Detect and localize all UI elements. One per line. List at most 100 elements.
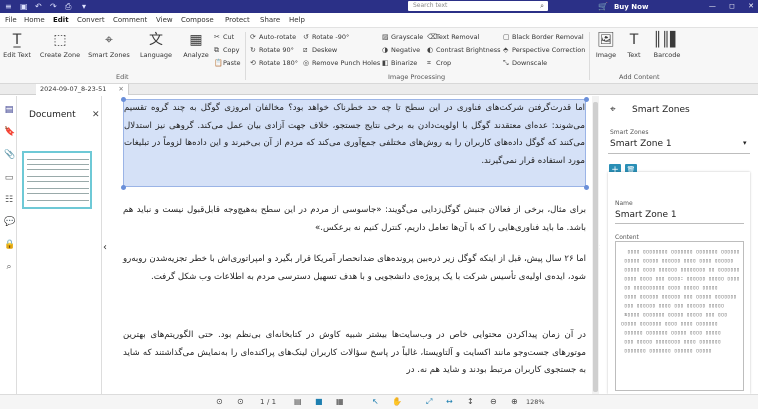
auto-rotate-button[interactable]: ⟳ Auto-rotate [250, 33, 296, 41]
remove-punch-holes-label: Remove Punch Holes [312, 59, 381, 67]
menu-help[interactable]: Help [289, 16, 305, 24]
search-results-icon[interactable]: ⌕ [4, 262, 14, 272]
menu-comment[interactable]: Comment [113, 16, 147, 24]
zone-select-value: Smart Zone 1 [610, 139, 672, 149]
add-text-button[interactable]: T Text [624, 32, 644, 59]
maximize-icon[interactable]: ◻ [729, 0, 735, 13]
add-image-button[interactable]: 🖼 Image [594, 32, 618, 59]
close-window-icon[interactable]: ✕ [748, 0, 754, 13]
binarize-button[interactable]: ◧ Binarize [382, 59, 417, 67]
rotate-90-button[interactable]: ↻ Rotate 90° [250, 46, 294, 54]
current-page-input[interactable]: 1 [260, 397, 264, 407]
zone-resize-handle[interactable] [584, 97, 589, 102]
document-canvas[interactable]: اما قدرت‌گرفتن شرکت‌های فناوری در این سط… [112, 96, 592, 394]
content-field-label: Content [615, 234, 639, 241]
analyze-icon: ▦ [189, 32, 203, 48]
attachment-icon[interactable]: 📎 [4, 150, 15, 160]
fields-icon[interactable]: ☷ [4, 195, 14, 205]
scrollbar-thumb[interactable] [593, 102, 598, 392]
language-button[interactable]: 文 Language [139, 32, 173, 59]
close-panel-icon[interactable]: ✕ [92, 110, 100, 120]
menu-protect[interactable]: Protect [225, 16, 250, 24]
zoom-in-icon[interactable]: ⊕ [511, 397, 518, 407]
selected-smart-zone[interactable]: اما قدرت‌گرفتن شرکت‌های فناوری در این سط… [123, 99, 586, 187]
menu-edit[interactable]: Edit [53, 16, 69, 24]
customize-dropdown-icon[interactable]: ▾ [82, 2, 86, 11]
cut-button[interactable]: ✂ Cut [214, 33, 234, 41]
collapse-panel-icon[interactable]: ‹ [103, 242, 107, 253]
vertical-scrollbar[interactable] [592, 96, 599, 394]
name-field[interactable]: Smart Zone 1 [615, 210, 677, 220]
print-icon[interactable]: ⎙ [65, 2, 71, 11]
rotate-180-button[interactable]: ⟲ Rotate 180° [250, 59, 298, 67]
content-textarea[interactable]: ▯▯▯▯ ▯▯▯▯▯▯▯▯ ▯▯▯▯▯▯▯ ▯▯▯▯▯▯▯ ▯▯▯▯▯▯ ▯▯▯… [615, 241, 744, 391]
single-page-view-icon[interactable]: ▤ [294, 397, 302, 407]
menu-view[interactable]: View [156, 16, 173, 24]
search-input[interactable]: Search text ⌕ [408, 1, 548, 11]
zone-resize-handle[interactable] [121, 97, 126, 102]
remove-punch-holes-button[interactable]: ◎ Remove Punch Holes [303, 59, 380, 67]
smart-zones-panel-title: Smart Zones [632, 105, 690, 115]
fit-screen-icon[interactable]: ⤢ [426, 397, 432, 407]
two-page-view-icon[interactable]: ▦ [336, 397, 344, 407]
edit-text-button[interactable]: T̲ Edit Text [3, 32, 31, 59]
paste-icon: 📋 [214, 59, 223, 67]
close-tab-icon[interactable]: ✕ [118, 85, 123, 93]
add-barcode-button[interactable]: ║║▌ Barcode [652, 32, 682, 59]
select-tool-icon[interactable]: ↖ [372, 397, 379, 407]
smart-zones-button[interactable]: ⌖ Smart Zones [87, 32, 131, 59]
buy-now-label: Buy Now [613, 3, 649, 11]
document-tab[interactable]: 2024-09-07_8-23-51 ✕ [36, 84, 129, 95]
menu-compose[interactable]: Compose [181, 16, 214, 24]
deskew-button[interactable]: ⧄ Deskew [303, 46, 337, 54]
fit-height-icon[interactable]: ↕ [467, 397, 474, 407]
punch-hole-icon: ◎ [303, 59, 310, 67]
zone-resize-handle[interactable] [584, 185, 589, 190]
menu-convert[interactable]: Convert [77, 16, 105, 24]
paragraph-1: اما قدرت‌گرفتن شرکت‌های فناوری در این سط… [124, 103, 585, 166]
menu-home[interactable]: Home [24, 16, 45, 24]
rotate-180-label: Rotate 180° [259, 59, 299, 67]
black-border-removal-button[interactable]: ▢ Black Border Removal [503, 33, 584, 41]
paste-button[interactable]: 📋Paste [214, 59, 241, 67]
crop-button[interactable]: ⌗ Crop [427, 59, 451, 67]
contrast-brightness-button[interactable]: ◐ Contrast Brightness [427, 46, 500, 54]
analyze-button[interactable]: ▦ Analyze [181, 32, 211, 59]
barcode-icon: ║║▌ [653, 32, 681, 48]
minimize-icon[interactable]: — [709, 0, 716, 13]
grayscale-button[interactable]: ▨ Grayscale [382, 33, 423, 41]
security-lock-icon[interactable]: 🔒 [4, 240, 15, 250]
title-bar: ≡ ▣ ↶ ↷ ⎙ ▾ Search text ⌕ 🛒 Buy Now — ◻ ✕ [0, 0, 758, 13]
create-zone-label: Create Zone [39, 51, 81, 59]
page-thumbnail[interactable] [22, 151, 92, 209]
smart-zones-label: Smart Zones [88, 51, 130, 59]
undo-icon[interactable]: ↶ [35, 2, 42, 11]
buy-now-button[interactable]: 🛒 Buy Now [598, 0, 648, 13]
redo-icon[interactable]: ↷ [50, 2, 57, 11]
menu-file[interactable]: File [5, 16, 17, 24]
zone-resize-handle[interactable] [121, 185, 126, 190]
text-removal-button[interactable]: ⌫Text Removal [427, 33, 479, 41]
copy-button[interactable]: ⧉ Copy [214, 46, 240, 54]
rotate-neg90-button[interactable]: ↺ Rotate -90° [303, 33, 349, 41]
black-border-removal-label: Black Border Removal [512, 33, 584, 41]
menu-icon[interactable]: ≡ [5, 2, 12, 11]
search-placeholder: Search text [413, 2, 448, 9]
create-zone-button[interactable]: ⬚ Create Zone [38, 32, 82, 59]
bookmark-icon[interactable]: 🔖 [4, 127, 15, 137]
previous-page-icon[interactable]: ⊙ [216, 397, 223, 407]
layers-icon[interactable]: ▭ [4, 173, 14, 183]
negative-button[interactable]: ◑ Negative [382, 46, 420, 54]
fit-page-view-icon[interactable]: ■ [315, 397, 323, 407]
fit-width-icon[interactable]: ↔ [446, 397, 453, 407]
save-icon[interactable]: ▣ [20, 2, 28, 11]
comments-icon[interactable]: 💬 [4, 217, 15, 227]
perspective-correction-button[interactable]: ⬘ Perspective Correction [503, 46, 585, 54]
menu-share[interactable]: Share [260, 16, 280, 24]
pages-panel-icon[interactable]: ▤ [4, 105, 14, 115]
hand-tool-icon[interactable]: ✋ [392, 397, 402, 407]
next-page-icon[interactable]: ⊙ [237, 397, 244, 407]
zoom-out-icon[interactable]: ⊖ [490, 397, 497, 407]
downscale-button[interactable]: ⤡ Downscale [503, 59, 547, 67]
paragraph-4: در آن زمان پیداکردن محتوایی خاص در وب‌سا… [123, 330, 586, 375]
